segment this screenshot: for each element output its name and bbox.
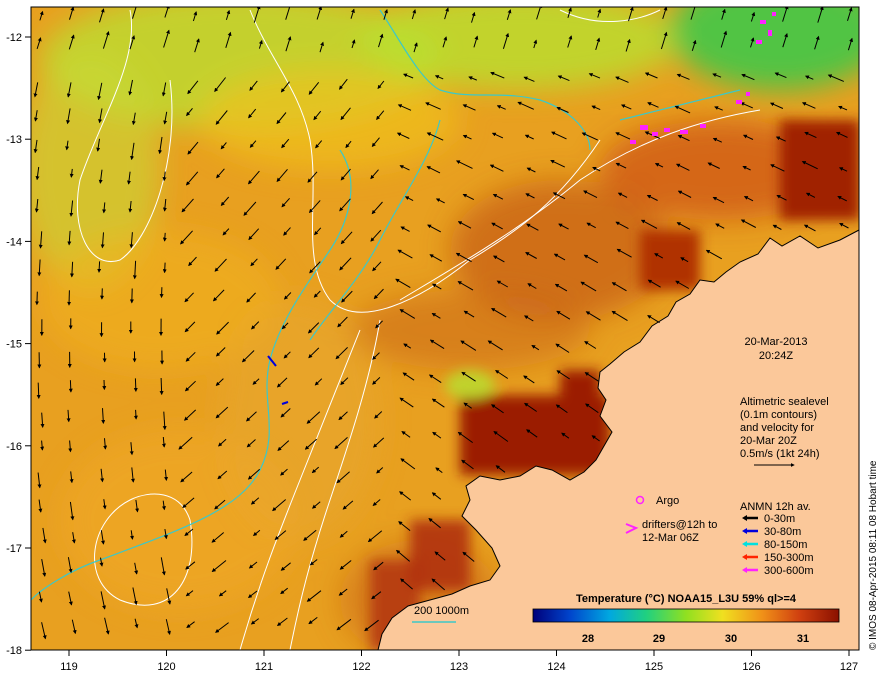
drifters-line-1: 12-Mar 06Z xyxy=(642,532,699,544)
altimetry-line-3: 20-Mar 20Z xyxy=(740,435,797,447)
lat-tick-label: -17 xyxy=(6,543,22,555)
velocity-arrow xyxy=(162,262,167,274)
altimetry-line-0: Altimetric sealevel xyxy=(740,396,829,408)
anmn-legend-label: 300-600m xyxy=(764,565,814,577)
timestamp-date: 20-Mar-2013 xyxy=(745,336,808,348)
colorbar-tick-label: 30 xyxy=(725,633,737,645)
velocity-arrow xyxy=(68,380,73,393)
colorbar-tick-label: 31 xyxy=(797,633,809,645)
lon-tick-label: 120 xyxy=(157,661,175,673)
anmn-legend-label: 150-300m xyxy=(764,552,814,564)
drifters-line-0: drifters@12h to xyxy=(642,519,717,531)
lat-tick-label: -13 xyxy=(6,134,22,146)
lon-tick-label: 125 xyxy=(645,661,663,673)
anmn-legend-label: 0-30m xyxy=(764,513,795,525)
altimetry-line-1: (0.1m contours) xyxy=(740,409,817,421)
velocity-arrow xyxy=(97,261,102,273)
bathy-label: 200 1000m xyxy=(414,605,469,617)
credit-text: © IMOS 08-Apr-2015 08:11 08 Hobart time xyxy=(868,460,879,650)
altimetry-line-2: and velocity for xyxy=(740,422,814,434)
argo-label: Argo xyxy=(656,495,679,507)
velocity-arrow xyxy=(133,378,138,392)
lon-tick-label: 124 xyxy=(547,661,565,673)
colorbar-title: Temperature (°C) NOAA15_L3U 59% ql>=4 xyxy=(576,593,797,605)
timestamp-time: 20:24Z xyxy=(759,350,794,362)
lat-tick-label: -12 xyxy=(6,32,22,44)
altimetry-line-4: 0.5m/s (1kt 24h) xyxy=(740,448,819,460)
lon-axis: 119 120 121 122 123 124 125 126 127 xyxy=(60,650,858,673)
anmn-legend-label: 30-80m xyxy=(764,526,801,538)
lon-tick-label: 121 xyxy=(255,661,273,673)
colorbar xyxy=(532,608,840,623)
lat-axis: -12 -13 -14 -15 -16 -17 -18 xyxy=(6,32,31,657)
colorbar-tick-label: 29 xyxy=(653,633,665,645)
sst-map: 119 120 121 122 123 124 125 126 127 -12 -13 -14 -15… xyxy=(6,6,879,673)
anmn-title: ANMN 12h av. xyxy=(740,501,811,513)
lat-tick-label: -14 xyxy=(6,236,22,248)
lon-tick-label: 119 xyxy=(60,661,78,673)
lat-tick-label: -18 xyxy=(6,645,22,657)
lon-tick-label: 127 xyxy=(840,661,858,673)
lon-tick-label: 123 xyxy=(450,661,468,673)
velocity-arrow xyxy=(159,377,164,396)
lon-tick-label: 126 xyxy=(742,661,760,673)
lat-tick-label: -16 xyxy=(6,441,22,453)
velocity-arrow xyxy=(162,232,167,242)
lon-tick-label: 122 xyxy=(352,661,370,673)
anmn-legend-label: 80-150m xyxy=(764,539,807,551)
velocity-arrow xyxy=(133,409,138,420)
colorbar-tick-label: 28 xyxy=(582,633,594,645)
lat-tick-label: -15 xyxy=(6,339,22,351)
velocity-arrow xyxy=(36,382,41,399)
